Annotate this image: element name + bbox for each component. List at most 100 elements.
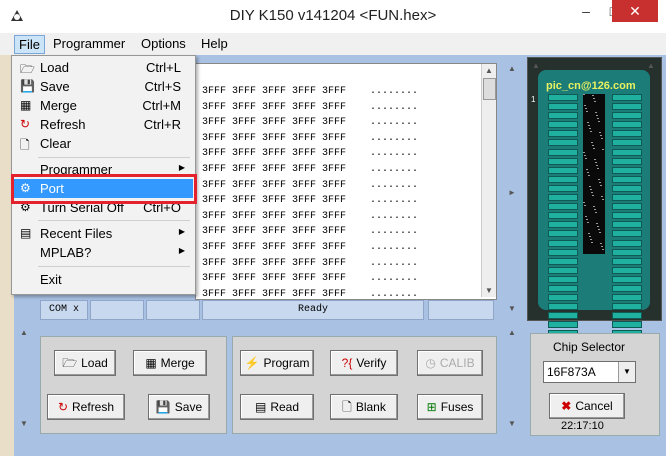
verify-button[interactable]: ?{Verify <box>330 350 398 376</box>
chip-pin <box>548 121 578 129</box>
arrow-down-icon-2[interactable]: ▼ <box>506 418 518 430</box>
socket-speck <box>586 219 588 220</box>
chip-email-label: pic_cn@126.com <box>546 80 636 92</box>
socket-speck <box>588 125 590 126</box>
arrow-right-icon[interactable]: ► <box>506 187 518 199</box>
chip-pin <box>612 321 642 329</box>
chip-pin <box>548 303 578 311</box>
chevron-down-icon[interactable]: ▼ <box>618 362 635 382</box>
load-button[interactable]: 🗁 Load <box>54 350 116 376</box>
socket-speck <box>586 169 588 170</box>
pin1-marker: 1 <box>531 95 536 104</box>
chip-pin <box>548 175 578 183</box>
socket-speck <box>584 105 586 106</box>
socket-speck <box>587 172 589 173</box>
chip-pin <box>612 230 642 238</box>
socket-speck <box>591 242 593 243</box>
left-pins <box>548 94 578 349</box>
arrow-up-icon-2[interactable]: ▲ <box>506 327 518 339</box>
menu-programmer[interactable]: Programmer <box>53 36 125 51</box>
submenu-arrow-icon: ▶ <box>178 227 185 236</box>
scroll-up-icon[interactable]: ▲ <box>482 64 496 77</box>
verify-icon: ?{ <box>341 356 353 370</box>
chip-pin <box>548 130 578 138</box>
chip-pin <box>612 184 642 192</box>
calib-button[interactable]: ◷ CALIB <box>417 350 483 376</box>
arrow-down-icon-3[interactable]: ▼ <box>18 418 30 430</box>
socket-speck <box>586 111 588 112</box>
menu-item-exit[interactable]: Exit <box>14 270 193 289</box>
floppy-icon: 💾 <box>155 400 171 414</box>
socket-speck <box>583 94 585 95</box>
chip-pin <box>612 212 642 220</box>
arrow-up-icon-3[interactable]: ▲ <box>18 327 30 339</box>
chip-display: ▲ ▲ pic_cn@126.com 1 <box>527 57 662 347</box>
merge-icon: ▦ <box>20 98 32 112</box>
verify-label: Verify <box>356 356 387 370</box>
save-button[interactable]: 💾 Save <box>148 394 210 420</box>
socket-speck <box>600 185 602 186</box>
x-icon: ✖ <box>561 399 572 413</box>
menu-file[interactable]: File <box>14 35 45 54</box>
chip-pin <box>548 194 578 202</box>
chip-pin <box>612 257 642 265</box>
socket-speck <box>599 132 601 133</box>
fuses-button[interactable]: ⊞ Fuses <box>417 394 483 420</box>
arrow-up-icon[interactable]: ▲ <box>506 63 518 75</box>
socket-speck <box>596 223 598 224</box>
socket-speck <box>584 205 586 206</box>
menu-item-mplab[interactable]: MPLAB? ▶ <box>14 243 193 262</box>
program-button[interactable]: ⚡ Program <box>240 350 314 376</box>
hex-view[interactable]: 3FFF 3FFF 3FFF 3FFF 3FFF ........ 3FFF 3… <box>195 63 497 315</box>
chip-pin <box>612 148 642 156</box>
chip-pin <box>548 112 578 120</box>
menu-options[interactable]: Options <box>141 36 186 51</box>
close-button[interactable]: ✕ <box>612 0 658 22</box>
save-label: Save <box>174 400 203 414</box>
socket-speck <box>597 168 599 169</box>
chip-pin <box>612 312 642 320</box>
socket-speck <box>599 182 601 183</box>
chip-up-icon: ▲ <box>532 61 540 70</box>
folder-icon: 🗁 <box>62 356 78 370</box>
arrow-down-icon[interactable]: ▼ <box>506 303 518 315</box>
refresh-button[interactable]: ↻ Refresh <box>47 394 125 420</box>
chip-select[interactable]: 16F873A ▼ <box>543 361 636 383</box>
chip-pin <box>612 194 642 202</box>
clock: 22:17:10 <box>561 420 604 432</box>
zif-socket-board: pic_cn@126.com 1 <box>531 70 650 347</box>
clock-icon: ◷ <box>425 356 436 370</box>
cancel-button[interactable]: ✖ Cancel <box>549 393 625 419</box>
menu-item-recent-files[interactable]: ▤ Recent Files ▶ <box>14 224 193 243</box>
blank-button[interactable]: 🗋 Blank <box>330 394 398 420</box>
chip-pin <box>548 275 578 283</box>
read-icon: ▤ <box>254 400 267 414</box>
menu-item-label: Recent Files <box>40 226 113 241</box>
menu-item-merge[interactable]: ▦ Merge Ctrl+M <box>14 96 193 115</box>
menu-item-clear[interactable]: 🗋 Clear <box>14 134 193 153</box>
menu-item-save[interactable]: 💾 Save Ctrl+S <box>14 77 193 96</box>
chip-pin <box>548 239 578 247</box>
scroll-thumb[interactable] <box>483 78 496 100</box>
submenu-arrow-icon: ▶ <box>178 163 185 172</box>
merge-button[interactable]: ▦ Merge <box>133 350 207 376</box>
hex-scrollbar[interactable]: ▲ ▼ <box>481 64 496 297</box>
socket-speck <box>599 232 601 233</box>
socket-speck <box>589 128 591 129</box>
menu-item-refresh[interactable]: ↻ Refresh Ctrl+R <box>14 115 193 134</box>
minimize-button[interactable]: – <box>572 0 600 22</box>
recent-files-icon: ▤ <box>20 226 32 240</box>
chip-pin <box>548 248 578 256</box>
socket-speck <box>588 233 590 234</box>
chip-pin <box>612 203 642 211</box>
menu-help[interactable]: Help <box>201 36 228 51</box>
scroll-down-icon[interactable]: ▼ <box>482 284 496 297</box>
read-button[interactable]: ▤ Read <box>240 394 314 420</box>
socket-speck <box>598 121 600 122</box>
chip-pin <box>612 275 642 283</box>
menu-item-load[interactable]: 🗁 Load Ctrl+L <box>14 58 193 77</box>
socket-speck <box>597 118 599 119</box>
chip-pin <box>548 103 578 111</box>
chip-pin <box>548 184 578 192</box>
chip-pin <box>548 94 578 101</box>
